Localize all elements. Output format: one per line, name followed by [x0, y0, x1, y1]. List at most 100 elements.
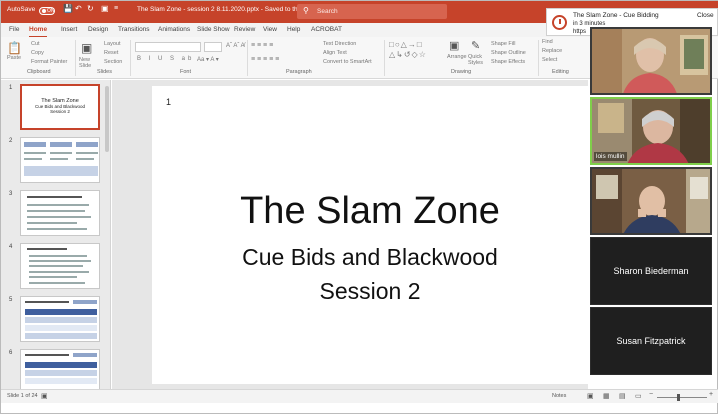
- copy-button[interactable]: Copy: [31, 50, 44, 56]
- thumb-text-line: [27, 210, 85, 212]
- align-text-button[interactable]: Align Text: [323, 50, 347, 56]
- participant-video-feed: [592, 169, 710, 233]
- replace-button[interactable]: Replace: [542, 48, 562, 54]
- participant-video-2[interactable]: lois mullin: [590, 97, 712, 165]
- group-drawing-label: Drawing: [451, 69, 472, 75]
- slideshow-view-icon[interactable]: ▭: [635, 392, 642, 400]
- zoom-slider-thumb[interactable]: [677, 394, 680, 401]
- thumb-number: 2: [9, 138, 13, 144]
- slide-session[interactable]: Session 2: [152, 278, 588, 305]
- tab-design[interactable]: Design: [88, 26, 108, 33]
- thumb-text-line: [76, 152, 98, 154]
- slide-sorter-icon[interactable]: ▦: [603, 392, 610, 400]
- tab-insert[interactable]: Insert: [61, 26, 77, 33]
- slide-thumbnail-panel: 1 The Slam Zone Cue Bids and Blackwood S…: [1, 80, 111, 395]
- list-icons[interactable]: ≡ ≡ ≡ ≡: [251, 42, 273, 49]
- tab-home[interactable]: Home: [29, 26, 48, 38]
- normal-view-icon[interactable]: ▣: [587, 392, 594, 400]
- shapes-gallery-row2-icon[interactable]: △↳↺◇☆: [389, 50, 427, 59]
- paste-icon: 📋: [7, 41, 22, 55]
- font-style-icons[interactable]: B I U S ab: [137, 56, 194, 62]
- slide-subtitle[interactable]: Cue Bids and Blackwood: [152, 244, 588, 271]
- tab-transitions[interactable]: Transitions: [118, 26, 150, 33]
- thumb-text-line: [29, 271, 89, 273]
- section-button[interactable]: Section: [104, 59, 122, 65]
- customize-toolbar-icon[interactable]: ≡: [114, 5, 118, 12]
- start-presentation-icon[interactable]: ▣: [101, 4, 109, 13]
- slide-canvas[interactable]: 1 The Slam Zone Cue Bids and Blackwood S…: [152, 86, 588, 384]
- participant-video-1[interactable]: [590, 27, 712, 95]
- font-name-select[interactable]: [135, 42, 201, 52]
- shapes-gallery-icon[interactable]: □○△→□: [389, 40, 423, 49]
- tab-slide-show[interactable]: Slide Show: [197, 26, 230, 33]
- quick-styles-icon: ✎: [471, 40, 481, 52]
- format-painter-button[interactable]: Format Painter: [31, 59, 67, 65]
- thumb-number: 6: [9, 350, 13, 356]
- participant-name: lois mullin: [594, 152, 627, 161]
- align-icons[interactable]: ≡ ≡ ≡ ≡ ≡: [251, 56, 279, 63]
- tab-review[interactable]: Review: [234, 26, 255, 33]
- thumb-number: 4: [9, 244, 13, 250]
- layout-button[interactable]: Layout: [104, 41, 121, 47]
- group-divider: [75, 40, 76, 76]
- thumb-text-line: [27, 216, 91, 218]
- tab-animations[interactable]: Animations: [158, 26, 190, 33]
- group-divider: [538, 40, 539, 76]
- participant-video-5[interactable]: Susan Fitzpatrick: [590, 307, 712, 375]
- reminder-link[interactable]: https: [573, 29, 586, 35]
- slide-thumbnail-5[interactable]: [20, 296, 100, 342]
- quick-styles-button[interactable]: Quick Styles: [468, 54, 488, 66]
- tab-file[interactable]: File: [9, 26, 19, 33]
- slide-title[interactable]: The Slam Zone: [152, 190, 588, 233]
- tab-acrobat[interactable]: ACROBAT: [311, 26, 342, 33]
- participant-video-3[interactable]: [590, 167, 712, 235]
- participant-name: Susan Fitzpatrick: [616, 336, 686, 346]
- convert-smartart-button[interactable]: Convert to SmartArt: [323, 59, 372, 65]
- reset-button[interactable]: Reset: [104, 50, 118, 56]
- notes-button[interactable]: Notes: [552, 393, 566, 399]
- find-button[interactable]: Find: [542, 39, 553, 45]
- shape-effects-button[interactable]: Shape Effects: [491, 59, 525, 65]
- paste-button[interactable]: Paste: [7, 55, 21, 61]
- select-button[interactable]: Select: [542, 57, 557, 63]
- save-icon[interactable]: 💾: [63, 4, 73, 13]
- file-title: The Slam Zone - session 2 8.11.2020.pptx…: [137, 6, 314, 13]
- slide-thumbnail-4[interactable]: [20, 243, 100, 289]
- text-direction-button[interactable]: Text Direction: [323, 41, 356, 47]
- thumb-text-line: [24, 152, 46, 154]
- arrange-button[interactable]: Arrange: [447, 54, 467, 60]
- thumbnail-scrollbar[interactable]: [105, 86, 109, 152]
- slide-thumbnail-2[interactable]: [20, 137, 100, 183]
- slide-thumbnail-1[interactable]: The Slam Zone Cue Bids and Blackwood Ses…: [20, 84, 100, 130]
- reminder-title: The Slam Zone - Cue Bidding: [573, 12, 659, 19]
- new-slide-button[interactable]: New Slide: [79, 57, 99, 69]
- font-grow-icon[interactable]: Aˆ Aˇ A̸: [226, 43, 245, 49]
- slide-edit-area: 1 The Slam Zone Cue Bids and Blackwood S…: [112, 80, 588, 389]
- participant-video-feed: [592, 29, 710, 93]
- slide-thumbnail-3[interactable]: [20, 190, 100, 236]
- powerpoint-window: AutoSave ON 💾 ↶ ↻ ▣ ≡ The Slam Zone - se…: [0, 0, 718, 414]
- font-color-icons[interactable]: Aa ▾ A ▾: [197, 56, 219, 63]
- tab-help[interactable]: Help: [287, 26, 300, 33]
- shape-fill-button[interactable]: Shape Fill: [491, 41, 515, 47]
- zoom-in-icon[interactable]: +: [709, 391, 713, 398]
- undo-icon[interactable]: ↶: [75, 4, 82, 13]
- zoom-out-icon[interactable]: −: [649, 391, 653, 398]
- font-size-select[interactable]: [204, 42, 222, 52]
- reminder-close-button[interactable]: Close: [697, 12, 714, 19]
- zoom-slider[interactable]: [657, 397, 707, 398]
- tab-view[interactable]: View: [263, 26, 277, 33]
- group-font-label: Font: [180, 69, 192, 75]
- thumb-text-line: [50, 158, 68, 160]
- thumb-text-line: [50, 152, 72, 154]
- participant-video-4[interactable]: Sharon Biederman: [590, 237, 712, 305]
- search-input[interactable]: ⚲ Search: [297, 4, 447, 19]
- thumb-number: 5: [9, 297, 13, 303]
- thumb-table-row: [25, 325, 97, 331]
- shape-outline-button[interactable]: Shape Outline: [491, 50, 526, 56]
- alarm-clock-icon: [552, 15, 567, 30]
- redo-icon[interactable]: ↻: [87, 4, 94, 13]
- accessibility-icon[interactable]: ▣: [41, 392, 48, 400]
- cut-button[interactable]: Cut: [31, 41, 40, 47]
- reading-view-icon[interactable]: ▤: [619, 392, 626, 400]
